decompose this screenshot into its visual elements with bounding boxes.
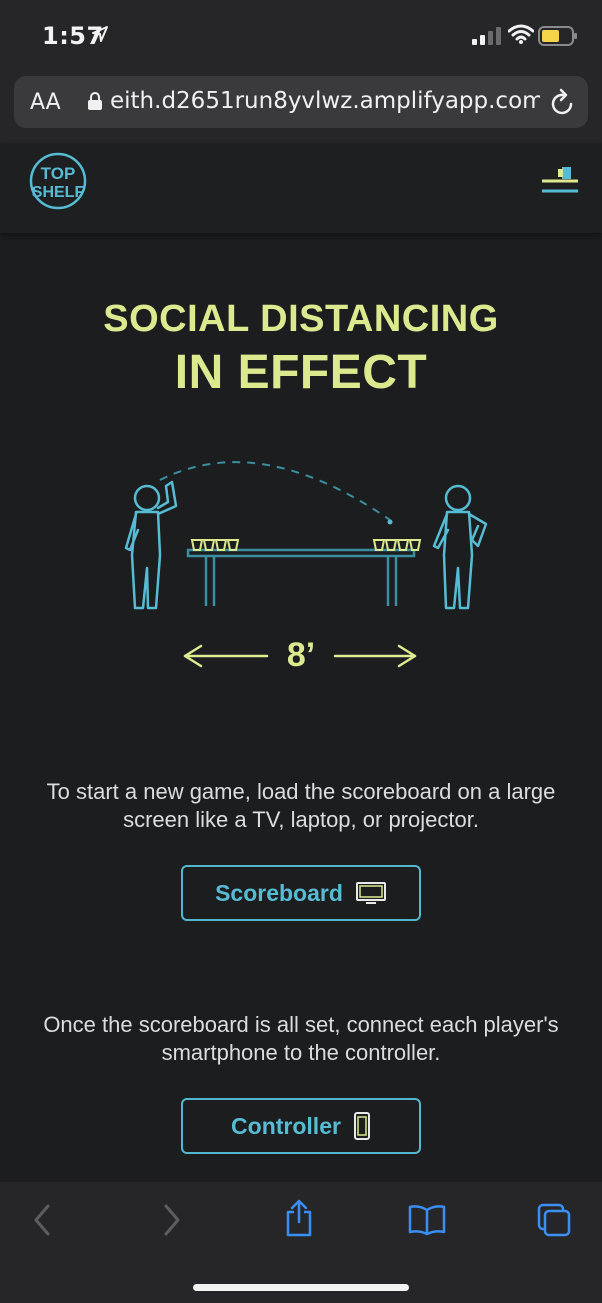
- tv-icon: [355, 882, 386, 904]
- controller-button[interactable]: Controller: [181, 1098, 421, 1154]
- smartphone-icon: [353, 1112, 370, 1140]
- scoreboard-button-label: Scoreboard: [215, 879, 343, 906]
- cellular-signal-icon: [472, 27, 501, 45]
- ball: [387, 519, 393, 525]
- controller-button-label: Controller: [231, 1112, 341, 1139]
- text-size-button[interactable]: AA: [30, 90, 61, 115]
- social-distancing-illustration: [124, 461, 488, 610]
- wifi-icon: [508, 24, 534, 44]
- right-player-figure: [432, 484, 488, 610]
- right-cups: [372, 539, 422, 551]
- bookmarks-icon[interactable]: [408, 1204, 446, 1236]
- home-indicator: [193, 1284, 409, 1291]
- share-icon[interactable]: [284, 1198, 314, 1238]
- lock-icon: [88, 92, 102, 110]
- back-icon[interactable]: [30, 1202, 54, 1238]
- headline-line-2: IN EFFECT: [174, 346, 428, 399]
- menu-shelf-icon[interactable]: [538, 163, 578, 197]
- url-text[interactable]: eith.d2651run8yvlwz.amplifyapp.com: [110, 88, 540, 114]
- browser-address-area: AA eith.d2651run8yvlwz.amplifyapp.com: [0, 70, 602, 143]
- distance-label: 8’: [286, 636, 316, 674]
- distance-indicator: 8’: [183, 636, 419, 676]
- site-header: TOP SHELF: [0, 143, 602, 233]
- status-bar: 1:57: [0, 0, 602, 70]
- controller-instructions: Once the scoreboard is all set, connect …: [43, 1012, 559, 1065]
- reload-icon[interactable]: [550, 88, 576, 116]
- top-shelf-logo[interactable]: TOP SHELF: [28, 151, 88, 211]
- headline-line-1: SOCIAL DISTANCING: [103, 298, 499, 340]
- address-bar[interactable]: AA eith.d2651run8yvlwz.amplifyapp.com: [14, 76, 588, 128]
- battery-icon: [538, 26, 577, 46]
- table: [186, 548, 416, 606]
- logo-text-bottom: SHELF: [32, 184, 85, 201]
- scoreboard-button[interactable]: Scoreboard: [181, 865, 421, 921]
- tabs-icon[interactable]: [536, 1202, 572, 1238]
- scoreboard-instructions: To start a new game, load the scoreboard…: [46, 779, 556, 832]
- forward-icon[interactable]: [160, 1202, 184, 1238]
- location-arrow-icon: [92, 26, 108, 42]
- left-player-figure: [124, 480, 178, 610]
- left-cups: [190, 539, 240, 551]
- logo-text-top: TOP: [41, 164, 76, 183]
